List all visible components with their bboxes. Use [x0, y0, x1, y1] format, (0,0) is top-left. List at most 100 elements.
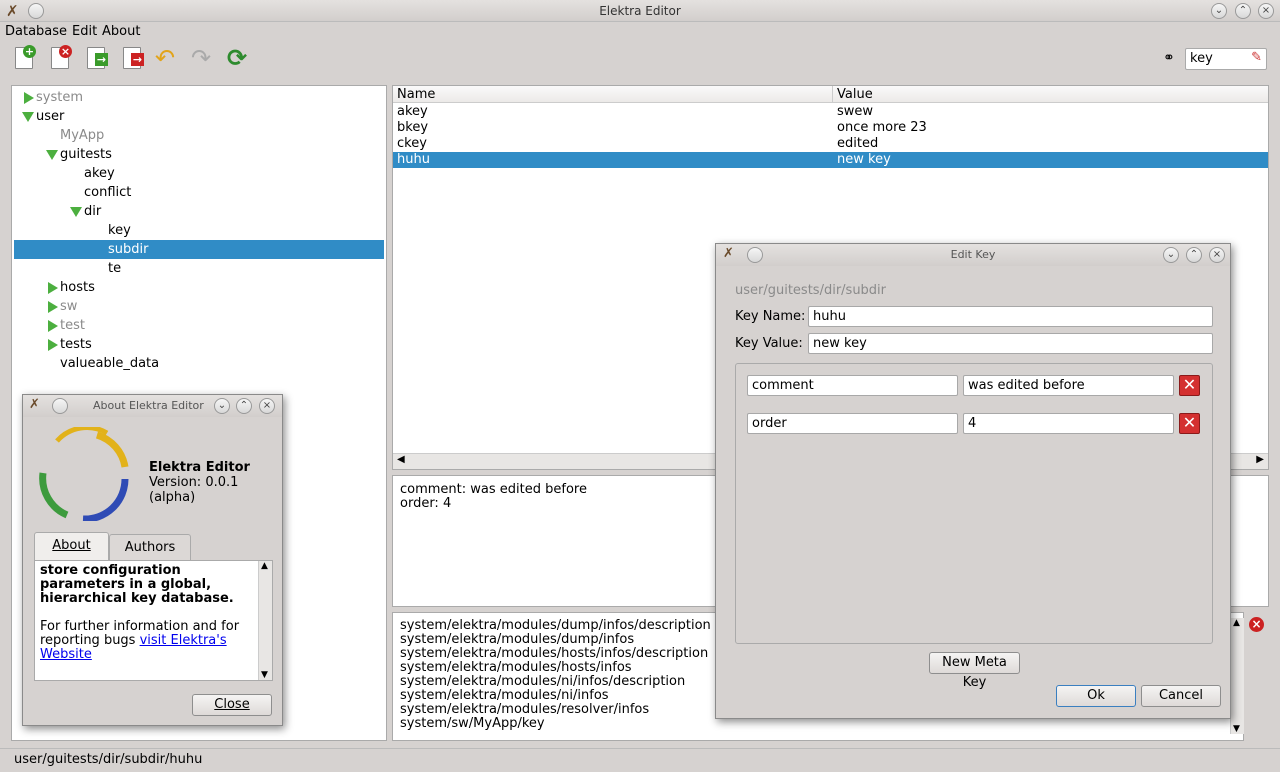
close-window-button[interactable]: × [259, 398, 275, 414]
tree-item[interactable]: hosts [14, 278, 384, 297]
main-title-bar: ✗ Elektra Editor ⌄ ⌃ × [0, 0, 1280, 22]
edit-key-dialog: ✗ Edit Key ⌄ ⌃ × user/guitests/dir/subdi… [715, 243, 1231, 719]
collapse-arrow-icon[interactable] [22, 112, 34, 122]
tree-item-label: subdir [108, 242, 149, 257]
cell-value: swew [837, 104, 874, 119]
tree-item[interactable]: sw [14, 297, 384, 316]
window-title: Elektra Editor [599, 4, 681, 18]
table-row[interactable]: ckey edited [393, 136, 1268, 152]
meta-name-field[interactable]: comment [747, 375, 958, 396]
tree-item-label: te [108, 261, 122, 276]
tree-item[interactable]: tests [14, 335, 384, 354]
maximize-button[interactable]: ⌃ [236, 398, 252, 414]
table-row[interactable]: akey swew [393, 104, 1268, 120]
import-arrow-icon: → [95, 53, 108, 66]
binoculars-icon: ⚭ [1163, 50, 1175, 66]
collapse-arrow-icon[interactable] [70, 207, 82, 217]
column-header-name[interactable]: Name [393, 86, 833, 103]
maximize-button[interactable]: ⌃ [1186, 247, 1202, 263]
about-scrollbar[interactable]: ▲ ▼ [258, 561, 272, 680]
delete-meta-button[interactable]: ✕ [1179, 413, 1200, 434]
tab-authors[interactable]: Authors [109, 534, 191, 560]
tree-item[interactable]: key [14, 221, 384, 240]
delete-key-button[interactable]: × [48, 45, 74, 71]
tree-item[interactable]: test [14, 316, 384, 335]
undo-button[interactable]: ↶ [155, 45, 181, 71]
table-row[interactable]: bkey once more 23 [393, 120, 1268, 136]
window-menu-button[interactable] [52, 398, 68, 414]
minimize-button[interactable]: ⌄ [1211, 3, 1227, 19]
expand-arrow-icon[interactable] [48, 320, 58, 332]
status-path: user/guitests/dir/subdir/huhu [14, 752, 203, 767]
expand-arrow-icon[interactable] [48, 282, 58, 294]
key-value-label: Key Value: [735, 336, 803, 351]
table-row[interactable]: huhu new key [393, 152, 1268, 168]
cell-name: huhu [397, 152, 430, 167]
about-app-name: Elektra Editor [149, 460, 250, 475]
close-window-button[interactable]: × [1209, 247, 1225, 263]
refresh-button[interactable]: ⟳ [227, 45, 253, 71]
status-bar: user/guitests/dir/subdir/huhu [0, 748, 1280, 772]
search-input[interactable]: key ✎ [1185, 48, 1267, 70]
tree-item[interactable]: conflict [14, 183, 384, 202]
tree-item-label: conflict [84, 185, 132, 200]
column-header-value[interactable]: Value [833, 86, 1268, 103]
about-text-area[interactable]: store configuration parameters in a glob… [34, 560, 273, 681]
maximize-button[interactable]: ⌃ [1235, 3, 1251, 19]
tree-item[interactable]: MyApp [14, 126, 384, 145]
collapse-arrow-icon[interactable] [46, 150, 58, 160]
expand-arrow-icon[interactable] [24, 92, 34, 104]
cancel-button[interactable]: Cancel [1141, 685, 1221, 707]
tree-item-label: valueable_data [60, 356, 160, 371]
ok-button[interactable]: Ok [1056, 685, 1136, 707]
close-button[interactable]: Close [192, 694, 272, 716]
tree-item[interactable]: dir [14, 202, 384, 221]
elektra-logo-icon [39, 427, 129, 521]
key-name-field[interactable]: huhu [808, 306, 1213, 327]
app-logo-icon: ✗ [29, 397, 40, 412]
plus-icon: + [23, 45, 36, 58]
tree-item-label: guitests [60, 147, 112, 162]
tree-item[interactable]: valueable_data [14, 354, 384, 373]
meta-value-field[interactable]: 4 [963, 413, 1174, 434]
tree-item-label: user [36, 109, 65, 124]
tree-item[interactable]: te [14, 259, 384, 278]
tree-item-label: dir [84, 204, 102, 219]
tree-item[interactable]: system [14, 88, 384, 107]
tree-item[interactable]: user [14, 107, 384, 126]
undo-icon: ↶ [155, 44, 176, 72]
about-dialog: ✗ About Elektra Editor ⌄ ⌃ × Elektra Edi… [22, 394, 283, 726]
delete-icon: × [59, 45, 72, 58]
meta-name-field[interactable]: order [747, 413, 958, 434]
new-meta-key-button[interactable]: New Meta Key [929, 652, 1020, 690]
export-button[interactable]: → [120, 45, 146, 71]
delete-meta-button[interactable]: ✕ [1179, 375, 1200, 396]
tree-item[interactable]: guitests [14, 145, 384, 164]
menu-edit[interactable]: Edit [72, 24, 97, 39]
close-window-button[interactable]: × [1258, 3, 1274, 19]
key-value-field[interactable]: new key [808, 333, 1213, 354]
new-key-button[interactable]: + [12, 45, 38, 71]
tree-item-label: tests [60, 337, 92, 352]
expand-arrow-icon[interactable] [48, 339, 58, 351]
tree-item[interactable]: subdir [14, 240, 384, 259]
edit-key-title-bar: ✗ Edit Key ⌄ ⌃ × [716, 244, 1230, 266]
meta-value-field[interactable]: was edited before [963, 375, 1174, 396]
redo-button[interactable]: ↷ [191, 45, 217, 71]
results-scrollbar[interactable]: ▲ ▼ [1230, 618, 1244, 734]
tab-about[interactable]: About [34, 532, 109, 560]
key-name-label: Key Name: [735, 309, 806, 324]
close-results-icon[interactable]: × [1249, 617, 1264, 632]
cell-name: akey [397, 104, 428, 119]
clear-search-icon[interactable]: ✎ [1251, 50, 1262, 65]
about-description: store configuration parameters in a glob… [40, 563, 234, 606]
minimize-button[interactable]: ⌄ [1163, 247, 1179, 263]
tree-item[interactable]: akey [14, 164, 384, 183]
result-item[interactable]: system/sw/MyApp/key [400, 717, 1236, 731]
expand-arrow-icon[interactable] [48, 301, 58, 313]
menu-database[interactable]: Database [5, 24, 67, 39]
import-button[interactable]: → [84, 45, 110, 71]
minimize-button[interactable]: ⌄ [214, 398, 230, 414]
about-version: Version: 0.0.1 (alpha) [149, 475, 239, 505]
menu-about[interactable]: About [102, 24, 140, 39]
